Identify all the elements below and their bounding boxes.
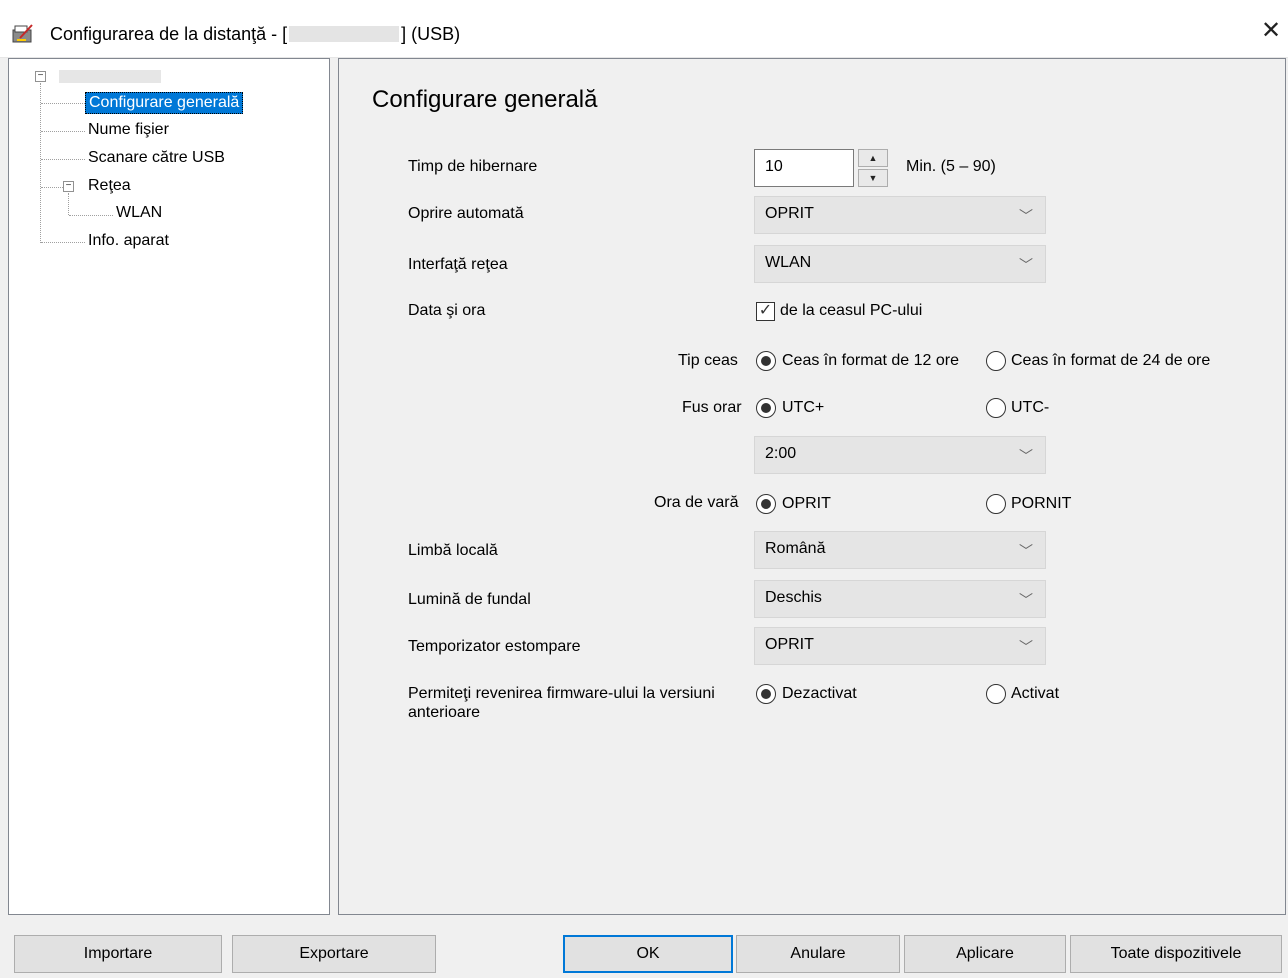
clock-24h-radio[interactable]	[986, 351, 1006, 371]
utc-offset-select[interactable]: 2:00 ﹀	[754, 436, 1046, 474]
import-button[interactable]: Importare	[14, 935, 222, 973]
title-bar: Configurarea de la distanţă - [ ] (USB) ✕	[0, 0, 1288, 58]
dim-timer-value: OPRIT	[765, 636, 814, 653]
clock-type-label: Tip ceas	[678, 352, 738, 369]
tree-panel: − Configurare generală Nume fişier Scana…	[8, 58, 330, 915]
chevron-down-icon: ﹀	[1019, 592, 1033, 608]
auto-off-select[interactable]: OPRIT ﹀	[754, 196, 1046, 234]
firmware-disabled-radio[interactable]	[756, 684, 776, 704]
chevron-down-icon: ﹀	[1019, 448, 1033, 464]
language-value: Română	[765, 540, 826, 557]
backlight-value: Deschis	[765, 589, 822, 606]
chevron-down-icon: ﹀	[1019, 208, 1033, 224]
tree-item-general-setup[interactable]: Configurare generală	[85, 92, 244, 114]
close-icon[interactable]: ✕	[1258, 18, 1284, 44]
redacted-device-name	[289, 26, 400, 42]
auto-off-value: OPRIT	[765, 205, 814, 222]
auto-off-label: Oprire automată	[408, 205, 524, 222]
network-interface-select[interactable]: WLAN ﹀	[754, 245, 1046, 283]
all-devices-button[interactable]: Toate dispozitivele	[1070, 935, 1282, 973]
window-title: Configurarea de la distanţă - [ ] (USB)	[50, 24, 460, 45]
sleep-time-input[interactable]: 10	[754, 149, 854, 187]
dim-timer-select[interactable]: OPRIT ﹀	[754, 627, 1046, 665]
window-title-suffix: ] (USB)	[401, 24, 461, 44]
dst-label: Ora de vară	[654, 494, 739, 511]
export-button[interactable]: Exportare	[232, 935, 436, 973]
spin-up-icon[interactable]: ▲	[858, 149, 888, 167]
tree-line	[41, 103, 85, 104]
tree-line	[68, 193, 69, 215]
tree-line	[41, 159, 85, 160]
chevron-down-icon: ﹀	[1019, 257, 1033, 273]
tree-network-collapse-icon[interactable]: −	[63, 181, 74, 192]
spin-down-icon[interactable]: ▼	[858, 169, 888, 187]
utc-minus-radio[interactable]	[986, 398, 1006, 418]
app-icon	[12, 24, 33, 43]
firmware-enabled-label: Activat	[1011, 685, 1060, 702]
tree-item-network[interactable]: Reţea	[85, 176, 134, 196]
clock-24h-label: Ceas în format de 24 de ore	[1011, 352, 1211, 369]
pc-clock-checkbox[interactable]: ✓	[756, 302, 775, 321]
tree-line	[40, 83, 41, 243]
tree-root-redacted-label[interactable]	[59, 70, 161, 83]
dst-off-label: OPRIT	[782, 495, 831, 512]
utc-plus-radio[interactable]	[756, 398, 776, 418]
network-interface-value: WLAN	[765, 254, 812, 271]
tree-line	[41, 242, 85, 243]
date-time-label: Data şi ora	[408, 302, 486, 319]
tree-item-file-name[interactable]: Nume fişier	[85, 120, 172, 140]
clock-12h-radio[interactable]	[756, 351, 776, 371]
dst-on-radio[interactable]	[986, 494, 1006, 514]
firmware-enabled-radio[interactable]	[986, 684, 1006, 704]
dst-on-label: PORNIT	[1011, 495, 1072, 512]
sleep-time-range: Min. (5 – 90)	[906, 158, 996, 175]
language-select[interactable]: Română ﹀	[754, 531, 1046, 569]
sleep-time-label: Timp de hibernare	[408, 158, 538, 175]
tree-line	[69, 215, 113, 216]
chevron-down-icon: ﹀	[1019, 543, 1033, 559]
backlight-select[interactable]: Deschis ﹀	[754, 580, 1046, 618]
utc-minus-label: UTC-	[1011, 399, 1050, 416]
sleep-time-stepper: ▲ ▼	[858, 149, 888, 187]
clock-12h-label: Ceas în format de 12 ore	[782, 352, 959, 369]
dim-timer-label: Temporizator estompare	[408, 638, 581, 655]
utc-offset-value: 2:00	[765, 445, 797, 462]
timezone-label: Fus orar	[682, 399, 742, 416]
cancel-button[interactable]: Anulare	[736, 935, 900, 973]
tree-item-machine-info[interactable]: Info. aparat	[85, 231, 172, 251]
language-label: Limbă locală	[408, 542, 498, 559]
tree-item-scan-to-usb[interactable]: Scanare către USB	[85, 148, 228, 168]
tree-root-collapse-icon[interactable]: −	[35, 71, 46, 82]
pc-clock-label: de la ceasul PC-ului	[780, 302, 923, 319]
page-title: Configurare generală	[372, 86, 598, 113]
chevron-down-icon: ﹀	[1019, 639, 1033, 655]
tree-line	[41, 187, 63, 188]
window-title-prefix: Configurarea de la distanţă - [	[50, 24, 288, 44]
network-interface-label: Interfaţă reţea	[408, 256, 508, 273]
tree-item-wlan[interactable]: WLAN	[113, 203, 165, 223]
ok-button[interactable]: OK	[563, 935, 733, 973]
tree-line	[41, 131, 85, 132]
firmware-disabled-label: Dezactivat	[782, 685, 857, 702]
utc-plus-label: UTC+	[782, 399, 825, 416]
firmware-rollback-label: Permiteţi revenirea firmware-ului la ver…	[408, 685, 715, 721]
apply-button[interactable]: Aplicare	[904, 935, 1066, 973]
backlight-label: Lumină de fundal	[408, 591, 531, 608]
dst-off-radio[interactable]	[756, 494, 776, 514]
